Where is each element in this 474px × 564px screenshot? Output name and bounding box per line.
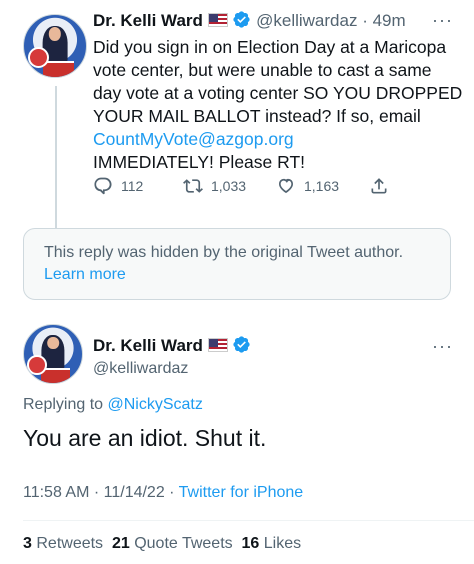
verified-badge-icon: [233, 336, 250, 353]
us-flag-icon: [207, 338, 228, 352]
display-name[interactable]: Dr. Kelli Ward: [93, 336, 203, 355]
retweet-button[interactable]: 1,033: [183, 176, 246, 196]
engagement-stats: 3 Retweets 21 Quote Tweets 16 Likes: [23, 535, 301, 553]
likes-stat[interactable]: 16 Likes: [242, 535, 302, 552]
tweet-actions: 112 1,033 1,163: [93, 176, 393, 200]
reply-button[interactable]: 112: [93, 176, 143, 196]
quote-tweets-stat[interactable]: 21 Quote Tweets: [112, 535, 233, 552]
replying-to: Replying to @NickyScatz: [23, 396, 203, 414]
email-link[interactable]: CountMyVote@azgop.org: [93, 129, 294, 149]
handle[interactable]: @kelliwardaz: [93, 360, 188, 378]
learn-more-link[interactable]: Learn more: [44, 266, 126, 283]
avatar-podium: [41, 367, 71, 383]
retweet-count: 1,033: [211, 178, 247, 194]
retweets-stat[interactable]: 3 Retweets: [23, 535, 103, 552]
reply-icon: [94, 177, 112, 195]
source-link[interactable]: Twitter for iPhone: [179, 484, 304, 501]
retweet-icon: [183, 179, 203, 193]
share-button[interactable]: [369, 176, 389, 196]
hidden-reply-notice: This reply was hidden by the original Tw…: [23, 228, 451, 300]
tweet-text-end: IMMEDIATELY! Please RT!: [93, 152, 305, 172]
like-icon: [279, 178, 293, 194]
replying-to-link[interactable]: @NickyScatz: [108, 396, 203, 413]
thread-line: [55, 86, 57, 230]
tweet-time[interactable]: · 49m: [362, 11, 405, 30]
tweet-text: Did you sign in on Election Day at a Mar…: [93, 36, 463, 174]
handle[interactable]: @kelliwardaz: [256, 11, 357, 30]
verified-badge-icon: [233, 11, 250, 28]
avatar-face: [48, 27, 62, 42]
like-count: 1,163: [304, 178, 340, 194]
avatar[interactable]: [23, 14, 87, 78]
avatar-face: [47, 336, 59, 350]
avatar-seal: [27, 355, 48, 375]
us-flag-icon: [207, 13, 228, 27]
tweet-text-body: Did you sign in on Election Day at a Mar…: [93, 37, 463, 126]
more-icon[interactable]: ···: [432, 10, 453, 31]
tweet-header: Dr. Kelli Ward @kelliwardaz · 49m: [93, 10, 406, 31]
avatar-seal: [27, 47, 49, 69]
display-name[interactable]: Dr. Kelli Ward: [93, 11, 203, 30]
tweet-timestamp: 11:58 AM · 11/14/22 · Twitter for iPhone: [23, 484, 303, 502]
divider: [23, 520, 474, 521]
replying-prefix: Replying to: [23, 396, 104, 413]
hidden-reply-text: This reply was hidden by the original Tw…: [44, 244, 404, 261]
more-icon[interactable]: ···: [432, 336, 453, 357]
tweet-text: You are an idiot. Shut it.: [23, 425, 267, 451]
reply-count: 112: [121, 178, 144, 194]
tweet-header: Dr. Kelli Ward: [93, 335, 251, 356]
avatar[interactable]: [23, 324, 83, 384]
like-button[interactable]: 1,163: [276, 176, 339, 196]
share-icon: [371, 178, 387, 194]
tweet-time[interactable]: 11:58 AM · 11/14/22 ·: [23, 484, 179, 501]
